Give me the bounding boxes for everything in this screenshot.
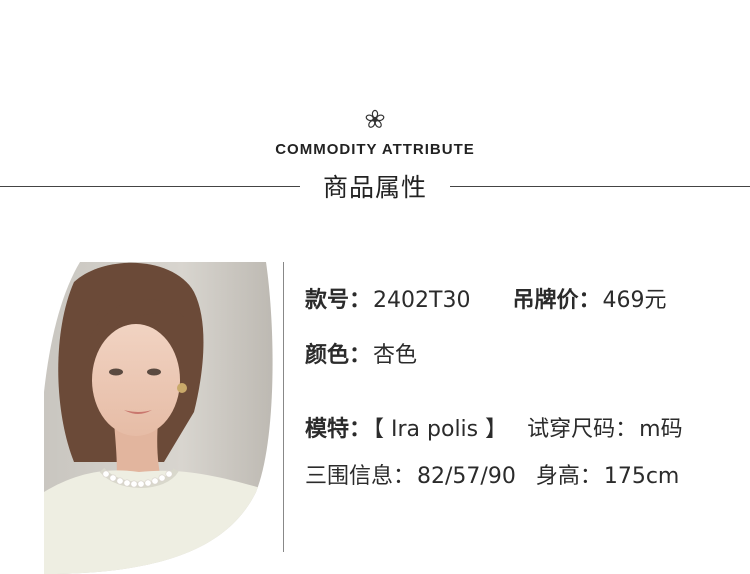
attr-row-model: 模特：【 Ira polis 】试穿尺码：m码 (305, 411, 683, 443)
title-rule-right (450, 186, 750, 187)
section-title-en: COMMODITY ATTRIBUTE (275, 141, 475, 158)
model-photo (44, 262, 273, 574)
model-value: 【 Ira polis 】 (373, 417, 508, 442)
price-label: 吊牌价： (512, 288, 601, 313)
title-rule-left (0, 186, 300, 187)
price-value: 469元 (602, 288, 667, 313)
size-value: m码 (639, 417, 683, 442)
height-label: 身高： (535, 464, 602, 489)
attr-row-color: 颜色：杏色 (305, 337, 417, 369)
model-label: 模特： (305, 417, 372, 442)
attr-row-style-price: 款号：2402T30 吊牌价：469元 (305, 282, 666, 314)
measure-label: 三围信息： (305, 464, 416, 489)
measure-value: 82/57/90 (417, 464, 516, 489)
flower-icon (365, 109, 385, 128)
height-value: 175cm (603, 464, 680, 489)
style-no-label: 款号： (305, 288, 372, 313)
style-no-value: 2402T30 (373, 288, 471, 313)
color-label: 颜色： (305, 343, 372, 368)
vertical-divider (283, 262, 284, 552)
color-value: 杏色 (373, 343, 418, 368)
section-title-cn: 商品属性 (322, 173, 427, 202)
attr-row-measure: 三围信息：82/57/90 身高：175cm (305, 458, 679, 490)
size-label: 试穿尺码： (527, 417, 638, 442)
